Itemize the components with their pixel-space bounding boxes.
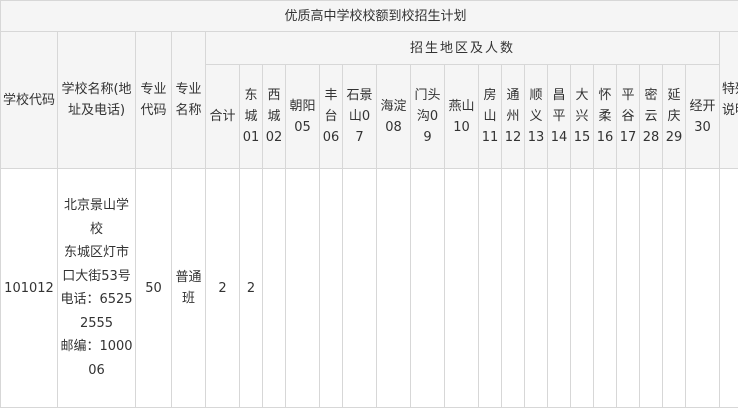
school-phone-text: 电话：65252555 xyxy=(60,288,133,335)
header-special-note: 特殊说明 xyxy=(720,32,738,169)
header-district-12: 通州12 xyxy=(502,65,525,169)
header-district-30: 经开30 xyxy=(686,65,720,169)
header-district-10: 燕山10 xyxy=(445,65,479,169)
cell-district-10 xyxy=(445,169,479,408)
header-major-code: 专业代码 xyxy=(136,32,172,169)
cell-district-16 xyxy=(594,169,617,408)
header-district-02: 西城02 xyxy=(263,65,286,169)
school-postcode-text: 邮编：100006 xyxy=(60,335,133,382)
header-district-14: 昌平14 xyxy=(548,65,571,169)
header-district-13: 顺义13 xyxy=(525,65,548,169)
header-school-name: 学校名称(地址及电话) xyxy=(58,32,136,169)
cell-district-11 xyxy=(479,169,502,408)
cell-school-code: 101012 xyxy=(1,169,58,408)
header-district-15: 大兴15 xyxy=(571,65,594,169)
cell-district-07 xyxy=(343,169,377,408)
school-name-text: 北京景山学校 xyxy=(60,194,133,241)
header-district-28: 密云28 xyxy=(640,65,663,169)
cell-district-14 xyxy=(548,169,571,408)
school-address-text: 东城区灯市口大街53号 xyxy=(60,241,133,288)
table-row: 101012 北京景山学校 东城区灯市口大街53号 电话：65252555 邮编… xyxy=(1,169,738,408)
header-district-09: 门头沟09 xyxy=(411,65,445,169)
cell-special-note xyxy=(720,169,738,408)
header-district-16: 怀柔16 xyxy=(594,65,617,169)
cell-district-17 xyxy=(617,169,640,408)
cell-district-01: 2 xyxy=(240,169,263,408)
header-district-11: 房山11 xyxy=(479,65,502,169)
header-major-name: 专业名称 xyxy=(172,32,206,169)
cell-district-02 xyxy=(263,169,286,408)
cell-district-13 xyxy=(525,169,548,408)
header-district-08: 海淀08 xyxy=(377,65,411,169)
header-district-07: 石景山07 xyxy=(343,65,377,169)
header-district-05: 朝阳05 xyxy=(286,65,320,169)
cell-district-06 xyxy=(320,169,343,408)
enrollment-plan-table: 优质高中学校校额到校招生计划 学校代码 学校名称(地址及电话) 专业代码 专业名… xyxy=(0,0,738,408)
header-regions-title: 招生地区及人数 xyxy=(206,32,720,65)
cell-district-30 xyxy=(686,169,720,408)
cell-school-name: 北京景山学校 东城区灯市口大街53号 电话：65252555 邮编：100006 xyxy=(58,169,136,408)
cell-major-code: 50 xyxy=(136,169,172,408)
table-title: 优质高中学校校额到校招生计划 xyxy=(1,1,738,32)
header-total: 合计 xyxy=(206,65,240,169)
header-district-17: 平谷17 xyxy=(617,65,640,169)
cell-district-28 xyxy=(640,169,663,408)
header-district-06: 丰台06 xyxy=(320,65,343,169)
cell-major-name: 普通班 xyxy=(172,169,206,408)
header-district-29: 延庆29 xyxy=(663,65,686,169)
cell-district-12 xyxy=(502,169,525,408)
cell-district-09 xyxy=(411,169,445,408)
cell-district-29 xyxy=(663,169,686,408)
cell-total: 2 xyxy=(206,169,240,408)
header-district-01: 东城01 xyxy=(240,65,263,169)
cell-district-15 xyxy=(571,169,594,408)
cell-district-08 xyxy=(377,169,411,408)
cell-district-05 xyxy=(286,169,320,408)
enrollment-plan-table-container: 优质高中学校校额到校招生计划 学校代码 学校名称(地址及电话) 专业代码 专业名… xyxy=(0,0,738,405)
header-school-code: 学校代码 xyxy=(1,32,58,169)
